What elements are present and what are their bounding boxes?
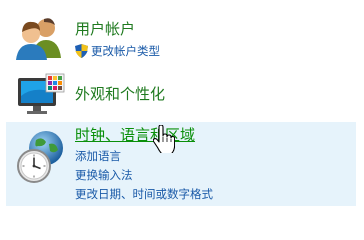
- appearance-icon[interactable]: [16, 72, 66, 122]
- category-heading-clock-language-region[interactable]: 时钟、语言和区域: [75, 126, 195, 144]
- change-input-method-link[interactable]: 更换输入法: [75, 168, 133, 182]
- category-heading-appearance[interactable]: 外观和个性化: [75, 85, 165, 103]
- users-icon[interactable]: [14, 14, 64, 64]
- category-heading-user-accounts[interactable]: 用户帐户: [75, 20, 135, 38]
- category-clock-language-region: 时钟、语言和区域 添加语言 更换输入法 更改日期、时间或数字格式: [6, 122, 356, 206]
- uac-shield-icon: [75, 43, 88, 62]
- hand-pointer-icon: [152, 124, 176, 157]
- category-user-accounts: 用户帐户 更改帐户类型: [0, 0, 364, 66]
- control-panel-categories: 用户帐户 更改帐户类型 外观和个性化 时钟、语言和区域 添加语言 更换输入法 更…: [0, 0, 364, 212]
- add-language-link[interactable]: 添加语言: [75, 149, 121, 163]
- change-date-time-number-format-link[interactable]: 更改日期、时间或数字格式: [75, 187, 213, 201]
- change-account-type-link[interactable]: 更改帐户类型: [91, 44, 160, 58]
- clock-globe-icon[interactable]: [16, 130, 68, 190]
- category-appearance-personalization: 外观和个性化: [0, 66, 364, 122]
